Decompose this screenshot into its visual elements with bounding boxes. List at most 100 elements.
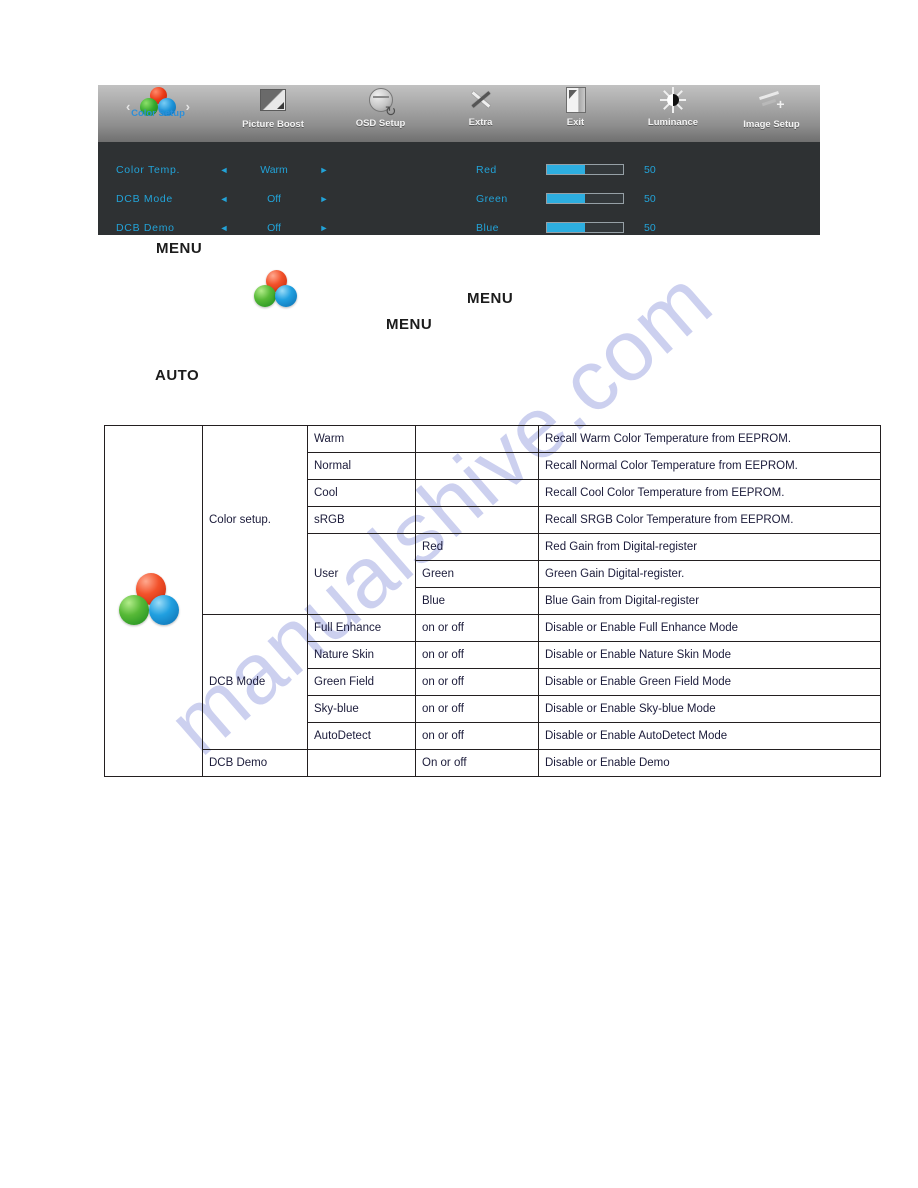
osd-slider-green[interactable]: Green 50: [476, 184, 776, 213]
table-cell-sub: on or off: [415, 722, 539, 750]
osd-tab-bar: ‹ › Color Setup Picture Boost OSD Setup: [98, 85, 820, 142]
table-cell-item: Cool: [307, 479, 416, 507]
right-arrow-icon[interactable]: ►: [309, 194, 339, 204]
osd-function-table: Color setup. Warm Recall Warm Color Temp…: [104, 425, 881, 777]
table-cell-desc: Blue Gain from Digital-register: [538, 587, 881, 615]
osd-tab-extra[interactable]: Extra: [433, 85, 528, 142]
table-cell-desc: Disable or Enable Full Enhance Mode: [538, 614, 881, 642]
table-row: Color setup. Warm Recall Warm Color Temp…: [104, 425, 881, 777]
osd-slider-value: 50: [644, 163, 656, 176]
table-cell-item: User: [307, 533, 416, 615]
osd-slider-track[interactable]: [546, 164, 624, 175]
osd-tab-color-setup[interactable]: ‹ › Color Setup: [98, 85, 218, 142]
table-cell-group: DCB Mode: [202, 614, 308, 750]
table-cell-sub: [415, 506, 539, 534]
table-cell-desc: Recall Cool Color Temperature from EEPRO…: [538, 479, 881, 507]
osd-tab-osd-setup[interactable]: OSD Setup: [328, 85, 433, 142]
table-cell-desc: Disable or Enable Demo: [538, 749, 881, 777]
table-cell-desc: Disable or Enable Sky-blue Mode: [538, 695, 881, 723]
osd-tab-label: Color Setup: [131, 108, 185, 119]
table-cell-desc: Recall SRGB Color Temperature from EEPRO…: [538, 506, 881, 534]
rgb-balls-graphic: [119, 573, 181, 629]
table-cell-sub: [415, 425, 539, 453]
osd-settings-panel: Color Temp. ◄ Warm ► DCB Mode ◄ Off ► DC…: [98, 142, 820, 235]
table-cell-item: Full Enhance: [307, 614, 416, 642]
osd-slider-value: 50: [644, 192, 656, 205]
osd-slider-track[interactable]: [546, 222, 624, 233]
osd-slider-label: Blue: [476, 221, 500, 234]
green-ball-icon: [254, 285, 276, 307]
table-cell-sub: Blue: [415, 587, 539, 615]
table-row: DCB Mode Full Enhance on or off Disable …: [105, 614, 881, 750]
blue-ball-icon: [275, 285, 297, 307]
picture-boost-icon: [218, 89, 328, 119]
blue-ball-icon: [149, 595, 179, 625]
osd-slider-red[interactable]: Red 50: [476, 155, 776, 184]
table-cell-desc: Green Gain Digital-register.: [538, 560, 881, 588]
table-cell-item: Sky-blue: [307, 695, 416, 723]
table-cell-sub: [415, 452, 539, 480]
table-cell-sub: on or off: [415, 695, 539, 723]
osd-tab-label: Picture Boost: [242, 119, 304, 130]
osd-option-value: Off: [267, 192, 281, 205]
osd-tab-label: Image Setup: [743, 119, 800, 130]
left-arrow-icon[interactable]: ◄: [209, 165, 239, 175]
osd-option-value: Warm: [260, 163, 288, 176]
table-cell-item: AutoDetect: [307, 722, 416, 750]
osd-menu-window: ‹ › Color Setup Picture Boost OSD Setup: [98, 85, 820, 235]
table-cell-desc: Disable or Enable Green Field Mode: [538, 668, 881, 696]
auto-keyword-label: AUTO: [155, 367, 200, 384]
menu-keyword-label: MENU: [386, 316, 433, 333]
osd-tab-label: Exit: [566, 117, 585, 128]
table-cell-desc: Disable or Enable AutoDetect Mode: [538, 722, 881, 750]
left-arrow-icon[interactable]: ◄: [209, 223, 239, 233]
osd-option-value: Off: [267, 221, 281, 234]
osd-tab-luminance[interactable]: Luminance: [623, 85, 723, 142]
osd-option-color-temp[interactable]: Color Temp. ◄ Warm ►: [98, 155, 408, 184]
osd-tab-picture-boost[interactable]: Picture Boost: [218, 85, 328, 142]
osd-setup-icon: [328, 88, 433, 118]
osd-slider-fill: [547, 165, 585, 174]
osd-option-label: Color Temp.: [116, 163, 181, 176]
menu-keyword-label: MENU: [467, 290, 514, 307]
osd-slider-track[interactable]: [546, 193, 624, 204]
table-cell-sub: on or off: [415, 668, 539, 696]
osd-tab-image-setup[interactable]: + Image Setup: [723, 85, 820, 142]
osd-slider-fill: [547, 194, 585, 203]
table-cell-sub: On or off: [415, 749, 539, 777]
osd-slider-blue[interactable]: Blue 50: [476, 213, 776, 242]
osd-slider-value: 50: [644, 221, 656, 234]
green-ball-icon: [119, 595, 149, 625]
osd-slider-fill: [547, 223, 585, 232]
right-arrow-icon[interactable]: ►: [309, 223, 339, 233]
osd-tab-label: OSD Setup: [355, 118, 406, 129]
rgb-balls-graphic: [253, 270, 299, 308]
right-arrow-icon[interactable]: ►: [309, 165, 339, 175]
sun-brightness-icon: [623, 87, 723, 117]
table-cell-desc: Recall Warm Color Temperature from EEPRO…: [538, 425, 881, 453]
table-cell-sub: Red: [415, 533, 539, 561]
table-cell-desc: Red Gain from Digital-register: [538, 533, 881, 561]
osd-option-dcb-mode[interactable]: DCB Mode ◄ Off ►: [98, 184, 408, 213]
table-cell-group: DCB Demo: [202, 749, 308, 777]
table-cell-icon: [104, 425, 203, 777]
table-cell-item: sRGB: [307, 506, 416, 534]
table-cell-group: Color setup.: [202, 425, 308, 615]
table-row: DCB Demo On or off Disable or Enable Dem…: [105, 749, 881, 777]
left-arrow-icon[interactable]: ◄: [209, 194, 239, 204]
osd-option-dcb-demo[interactable]: DCB Demo ◄ Off ►: [98, 213, 408, 242]
table-cell-item: Normal: [307, 452, 416, 480]
osd-tab-exit[interactable]: Exit: [528, 85, 623, 142]
table-cell-item: [307, 749, 416, 777]
table-cell-item: Nature Skin: [307, 641, 416, 669]
exit-door-icon: [528, 87, 623, 117]
table-cell-sub: on or off: [415, 641, 539, 669]
osd-tab-label: Luminance: [647, 117, 699, 128]
osd-option-label: DCB Demo: [116, 221, 175, 234]
image-setup-icon: +: [723, 89, 820, 119]
osd-slider-label: Red: [476, 163, 497, 176]
table-cell-item: Warm: [307, 425, 416, 453]
table-cell-item: Green Field: [307, 668, 416, 696]
table-cell-sub: on or off: [415, 614, 539, 642]
extra-tools-icon: [433, 87, 528, 117]
